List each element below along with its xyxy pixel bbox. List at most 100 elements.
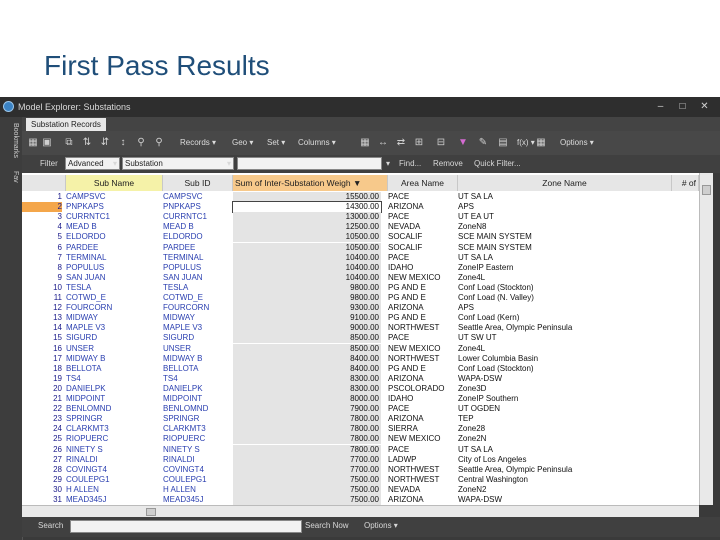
sub-name-cell[interactable]: CURRNTC1 bbox=[66, 212, 161, 222]
weight-sum-cell[interactable]: 7800.00 bbox=[233, 414, 381, 425]
column-header-sub-id[interactable]: Sub ID bbox=[163, 175, 233, 191]
sub-name-cell[interactable]: TESLA bbox=[66, 283, 161, 293]
row-number[interactable]: 22 bbox=[22, 404, 62, 414]
search-input[interactable] bbox=[70, 520, 302, 533]
table-row[interactable]: 17 MIDWAY B MIDWAY B 8400.00 NORTHWEST Lower … bbox=[22, 353, 699, 364]
row-number[interactable]: 7 bbox=[22, 253, 62, 263]
sub-name-cell[interactable]: PARDEE bbox=[66, 243, 161, 253]
sub-id-cell[interactable]: SPRINGR bbox=[163, 414, 231, 424]
sub-id-cell[interactable]: BENLOMND bbox=[163, 404, 231, 414]
weight-sum-cell[interactable]: 8500.00 bbox=[233, 343, 381, 354]
table-row[interactable]: 19 TS4 TS4 8300.00 ARIZONA WAPA-DSW bbox=[22, 373, 699, 384]
area-name-cell[interactable]: LADWP bbox=[388, 455, 454, 465]
zone-name-cell[interactable]: APS bbox=[458, 202, 668, 212]
sub-id-cell[interactable]: UNSER bbox=[163, 344, 231, 354]
filter-value-input[interactable] bbox=[237, 157, 382, 170]
table-row[interactable]: 15 SIGURD SIGURD 8500.00 PACE UT SW UT bbox=[22, 333, 699, 344]
table-row[interactable]: 16 UNSER UNSER 8500.00 NEW MEXICO Zone4L bbox=[22, 343, 699, 354]
weight-sum-cell[interactable]: 8400.00 bbox=[233, 363, 381, 374]
minimize-icon[interactable]: – bbox=[654, 100, 667, 113]
row-number[interactable]: 28 bbox=[22, 465, 62, 475]
weight-sum-cell[interactable]: 10400.00 bbox=[233, 252, 381, 263]
sub-id-cell[interactable]: MIDPOINT bbox=[163, 394, 231, 404]
area-name-cell[interactable]: PG AND E bbox=[388, 313, 454, 323]
weight-sum-cell[interactable]: 9300.00 bbox=[233, 303, 381, 314]
weight-sum-cell[interactable]: 7500.00 bbox=[233, 484, 381, 495]
sub-name-cell[interactable]: MEAD B bbox=[66, 222, 161, 232]
row-number[interactable]: 18 bbox=[22, 364, 62, 374]
table-row[interactable]: 30 H ALLEN H ALLEN 7500.00 NEVADA ZoneN2 bbox=[22, 484, 699, 495]
zone-name-cell[interactable]: City of Los Angeles bbox=[458, 455, 668, 465]
row-number[interactable]: 26 bbox=[22, 445, 62, 455]
weight-sum-cell[interactable]: 10400.00 bbox=[233, 272, 381, 283]
zone-name-cell[interactable]: Central Washington bbox=[458, 475, 668, 485]
row-number[interactable]: 1 bbox=[22, 192, 62, 202]
sub-id-cell[interactable]: DANIELPK bbox=[163, 384, 231, 394]
weight-sum-cell[interactable]: 7800.00 bbox=[233, 444, 381, 455]
row-number[interactable]: 11 bbox=[22, 293, 62, 303]
row-number[interactable]: 23 bbox=[22, 414, 62, 424]
column-header-zone-name[interactable]: Zone Name bbox=[458, 175, 672, 191]
sub-name-cell[interactable]: CLARKMT3 bbox=[66, 424, 161, 434]
sub-name-cell[interactable]: BELLOTA bbox=[66, 364, 161, 374]
weight-sum-cell[interactable]: 7900.00 bbox=[233, 404, 381, 415]
table-row[interactable]: 26 NINETY S NINETY S 7800.00 PACE UT SA LA bbox=[22, 444, 699, 455]
area-name-cell[interactable]: ARIZONA bbox=[388, 303, 454, 313]
area-name-cell[interactable]: NORTHWEST bbox=[388, 323, 454, 333]
sub-id-cell[interactable]: PARDEE bbox=[163, 243, 231, 253]
sub-name-cell[interactable]: MEAD345J bbox=[66, 495, 161, 505]
weight-sum-cell[interactable]: 10500.00 bbox=[233, 232, 381, 243]
horizontal-scrollbar[interactable] bbox=[22, 505, 699, 517]
weight-sum-cell[interactable]: 7800.00 bbox=[233, 434, 381, 445]
zone-name-cell[interactable]: Lower Columbia Basin bbox=[458, 354, 668, 364]
zone-name-cell[interactable]: Conf Load (N. Valley) bbox=[458, 293, 668, 303]
table-row[interactable]: 20 DANIELPK DANIELPK 8300.00 PSCOLORADO Zone3… bbox=[22, 383, 699, 394]
sub-id-cell[interactable]: RINALDI bbox=[163, 455, 231, 465]
area-name-cell[interactable]: NORTHWEST bbox=[388, 354, 454, 364]
search-options-menu[interactable]: Options ▾ bbox=[364, 520, 398, 532]
sort-descending-icon[interactable]: ⇵ bbox=[98, 136, 112, 150]
weight-sum-cell[interactable]: 14300.00 bbox=[232, 201, 382, 214]
row-number[interactable]: 31 bbox=[22, 495, 62, 505]
table-row[interactable]: 8 POPULUS POPULUS 10400.00 IDAHO ZoneIP Easte… bbox=[22, 262, 699, 273]
sub-id-cell[interactable]: ELDORDO bbox=[163, 232, 231, 242]
weight-sum-cell[interactable]: 9800.00 bbox=[233, 282, 381, 293]
sub-name-cell[interactable]: COVINGT4 bbox=[66, 465, 161, 475]
copy-icon[interactable]: ⧉ bbox=[62, 136, 76, 150]
table-row[interactable]: 1 CAMPSVC CAMPSVC 15500.00 PACE UT SA LA bbox=[22, 192, 699, 202]
side-tab-fav[interactable]: Fav bbox=[3, 167, 19, 187]
sub-id-cell[interactable]: MIDWAY B bbox=[163, 354, 231, 364]
sub-id-cell[interactable]: PNPKAPS bbox=[163, 202, 231, 212]
sub-name-cell[interactable]: BENLOMND bbox=[66, 404, 161, 414]
sub-id-cell[interactable]: MEAD345J bbox=[163, 495, 231, 505]
weight-sum-cell[interactable]: 7700.00 bbox=[233, 464, 381, 475]
column-header-area-name[interactable]: Area Name bbox=[388, 175, 458, 191]
import-icon[interactable]: ⊟ bbox=[434, 136, 448, 150]
sub-name-cell[interactable]: MIDWAY B bbox=[66, 354, 161, 364]
find-button[interactable]: Find... bbox=[399, 158, 421, 170]
zone-name-cell[interactable]: WAPA-DSW bbox=[458, 495, 668, 505]
sub-id-cell[interactable]: TESLA bbox=[163, 283, 231, 293]
records-menu[interactable]: Records ▾ bbox=[180, 136, 216, 150]
table-row[interactable]: 5 ELDORDO ELDORDO 10500.00 SOCALIF SCE MAIN S… bbox=[22, 232, 699, 243]
area-name-cell[interactable]: PACE bbox=[388, 253, 454, 263]
area-name-cell[interactable]: PACE bbox=[388, 445, 454, 455]
zone-name-cell[interactable]: Conf Load (Kern) bbox=[458, 313, 668, 323]
area-name-cell[interactable]: PACE bbox=[388, 192, 454, 202]
table-row[interactable]: 9 SAN JUAN SAN JUAN 10400.00 NEW MEXICO Zone4… bbox=[22, 272, 699, 283]
row-number[interactable]: 19 bbox=[22, 374, 62, 384]
row-number[interactable]: 8 bbox=[22, 263, 62, 273]
row-number[interactable]: 10 bbox=[22, 283, 62, 293]
row-number[interactable]: 30 bbox=[22, 485, 62, 495]
area-name-cell[interactable]: NORTHWEST bbox=[388, 475, 454, 485]
sub-id-cell[interactable]: SIGURD bbox=[163, 333, 231, 343]
table-row[interactable]: 11 COTWD_E COTWD_E 9800.00 PG AND E Conf Load… bbox=[22, 293, 699, 303]
weight-sum-cell[interactable]: 15500.00 bbox=[233, 192, 381, 202]
sort-ascending-icon[interactable]: ⇅ bbox=[80, 136, 94, 150]
zone-name-cell[interactable]: Seattle Area, Olympic Peninsula bbox=[458, 465, 668, 475]
zone-name-cell[interactable]: ZoneIP Eastern bbox=[458, 263, 668, 273]
zone-name-cell[interactable]: UT SW UT bbox=[458, 333, 668, 343]
area-name-cell[interactable]: NEVADA bbox=[388, 222, 454, 232]
sub-id-cell[interactable]: COTWD_E bbox=[163, 293, 231, 303]
set-menu[interactable]: Set ▾ bbox=[267, 136, 285, 150]
